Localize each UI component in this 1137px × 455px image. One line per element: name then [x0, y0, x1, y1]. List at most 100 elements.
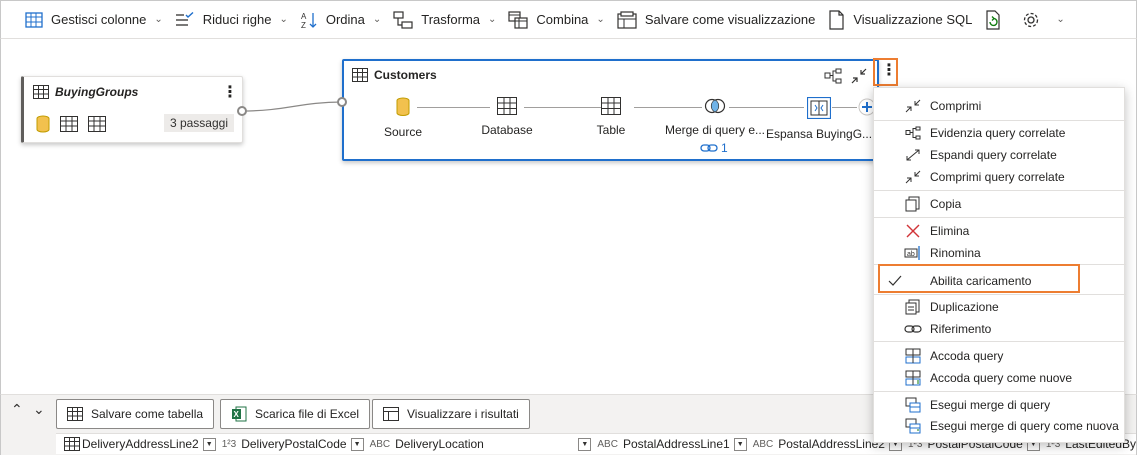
step-label: Merge di query e...: [664, 123, 766, 137]
column-header[interactable]: 1²3 DeliveryPostalCode ▼: [216, 434, 364, 454]
settings-button[interactable]: ⌄: [1016, 6, 1070, 34]
customers-query-card[interactable]: Customers Source Database Table Merge di…: [342, 59, 879, 161]
results-icon: [383, 407, 399, 421]
menu-item-reference[interactable]: Riferimento: [874, 319, 1126, 339]
step-merge-queries[interactable]: Merge di query e...: [660, 97, 770, 137]
chevron-down-icon: ⌄: [488, 14, 497, 25]
buying-groups-query-card[interactable]: BuyingGroups ⋮ 3 passaggi: [21, 76, 243, 143]
save-as-view-label: Salvare come visualizzazione: [644, 12, 816, 27]
delete-icon: [906, 224, 920, 238]
reduce-rows-label: Riduci righe: [202, 12, 272, 27]
buying-groups-more-icon[interactable]: ⋮: [222, 85, 238, 101]
customers-more-icon[interactable]: ⋮: [881, 63, 897, 79]
menu-item-append-as-new[interactable]: Accoda query come nuove: [874, 368, 1126, 388]
rename-icon: ab: [904, 246, 920, 260]
menu-item-merge-as-new[interactable]: Esegui merge di query come nuova: [874, 416, 1126, 436]
table-icon: [60, 116, 78, 132]
column-filter-icon[interactable]: ▼: [202, 437, 216, 451]
column-header[interactable]: ABC DeliveryLocation ▼: [364, 434, 592, 454]
menu-item-delete[interactable]: Elimina: [874, 221, 1126, 241]
database-icon: [396, 97, 410, 116]
svg-text:X: X: [234, 410, 240, 419]
chevron-up-icon[interactable]: ⌃: [11, 401, 23, 418]
reference-icon: [904, 325, 922, 333]
menu-item-rename[interactable]: ab Rinomina: [874, 243, 1126, 263]
transform-button[interactable]: Trasforma ⌄: [387, 6, 502, 34]
step-table[interactable]: Table: [556, 97, 666, 137]
column-filter-icon[interactable]: ▼: [350, 437, 364, 451]
menu-item-expand-related[interactable]: Espandi query correlate: [874, 145, 1126, 165]
combine-button[interactable]: Combina ⌄: [502, 6, 610, 34]
merge-icon: [704, 98, 726, 114]
collapse-icon: [905, 99, 921, 113]
sql-view-button[interactable]: Visualizzazione SQL: [821, 6, 978, 34]
column-header[interactable]: DeliveryAddressLine2 ▼: [80, 434, 216, 454]
combine-label: Combina: [536, 12, 589, 27]
column-header[interactable]: ABC PostalAddressLine1 ▼: [591, 434, 747, 454]
column-name: PostalAddressLine2: [778, 437, 885, 451]
menu-item-highlight-related[interactable]: Evidenzia query correlate: [874, 123, 1126, 143]
table-icon: [352, 68, 368, 82]
related-queries-count: 1: [721, 141, 728, 155]
steps-count-badge: 3 passaggi: [163, 114, 234, 132]
column-name: DeliveryLocation: [395, 437, 484, 451]
column-filter-icon[interactable]: ▼: [733, 437, 747, 451]
highlight-related-icon[interactable]: [824, 68, 842, 84]
buying-groups-title: BuyingGroups: [33, 85, 138, 99]
column-filter-icon[interactable]: ▼: [578, 437, 592, 451]
link-icon: [700, 144, 718, 152]
customers-title-text: Customers: [374, 68, 437, 82]
menu-item-append-query[interactable]: Accoda query: [874, 346, 1126, 366]
menu-item-label: Esegui merge di query come nuova: [930, 419, 1119, 433]
download-excel-button[interactable]: X Scarica file di Excel: [220, 399, 371, 429]
save-as-view-button[interactable]: Salvare come visualizzazione: [611, 6, 822, 34]
buying-groups-title-text: BuyingGroups: [55, 85, 139, 99]
table-menu-icon[interactable]: [56, 434, 80, 454]
chevron-down-icon[interactable]: ⌄: [33, 401, 45, 418]
table-icon: [33, 85, 49, 99]
ribbon-toolbar: Gestisci colonne ⌄ Riduci righe ⌄ AZ Ord…: [0, 0, 1137, 39]
svg-text:A: A: [301, 12, 307, 21]
view-results-label: Visualizzare i risultati: [407, 407, 519, 421]
sort-button[interactable]: AZ Ordina ⌄: [294, 6, 387, 34]
merge-query-icon: [905, 397, 921, 413]
step-label: Source: [383, 125, 423, 139]
menu-item-copy[interactable]: Copia: [874, 194, 1126, 214]
menu-item-label: Riferimento: [930, 322, 992, 336]
manage-columns-button[interactable]: Gestisci colonne ⌄: [19, 6, 169, 34]
related-queries-link[interactable]: 1: [700, 141, 728, 155]
merge-new-icon: [905, 418, 921, 434]
chevron-down-icon: ⌄: [596, 14, 605, 25]
save-as-table-button[interactable]: Salvare come tabella: [56, 399, 215, 429]
collapse-icon[interactable]: [850, 68, 868, 84]
step-source[interactable]: Source: [348, 97, 458, 139]
menu-separator: [874, 120, 1126, 121]
menu-item-merge-queries[interactable]: Esegui merge di query: [874, 395, 1126, 415]
enable-load-highlight: [878, 264, 1080, 293]
output-port[interactable]: [237, 106, 247, 116]
step-database[interactable]: Database: [452, 97, 562, 137]
refresh-button[interactable]: [978, 6, 1016, 34]
chevron-down-icon: ⌄: [1056, 14, 1065, 25]
menu-item-duplicate[interactable]: Duplicazione: [874, 297, 1126, 317]
menu-separator: [874, 341, 1126, 342]
copy-icon: [905, 196, 920, 212]
chevron-down-icon: ⌄: [154, 14, 163, 25]
customers-title: Customers: [352, 68, 437, 82]
menu-item-label: Esegui merge di query: [930, 398, 1051, 412]
menu-item-collapse-related[interactable]: Comprimi query correlate: [874, 167, 1126, 187]
view-results-button[interactable]: Visualizzare i risultati: [372, 399, 530, 429]
menu-separator: [874, 190, 1126, 191]
sort-label: Ordina: [325, 12, 365, 27]
append-query-icon: [905, 348, 921, 364]
menu-item-label: Accoda query come nuove: [930, 371, 1073, 385]
menu-item-label: Accoda query: [930, 349, 1004, 363]
column-type-icon: ABC: [597, 438, 618, 450]
reduce-rows-button[interactable]: Riduci righe ⌄: [169, 6, 294, 34]
refresh-icon: [986, 9, 1000, 30]
table-icon: [67, 407, 83, 421]
transform-label: Trasforma: [421, 12, 480, 27]
menu-item-collapse[interactable]: Comprimi: [874, 96, 1126, 116]
transform-icon: [393, 10, 413, 29]
input-port[interactable]: [337, 97, 347, 107]
